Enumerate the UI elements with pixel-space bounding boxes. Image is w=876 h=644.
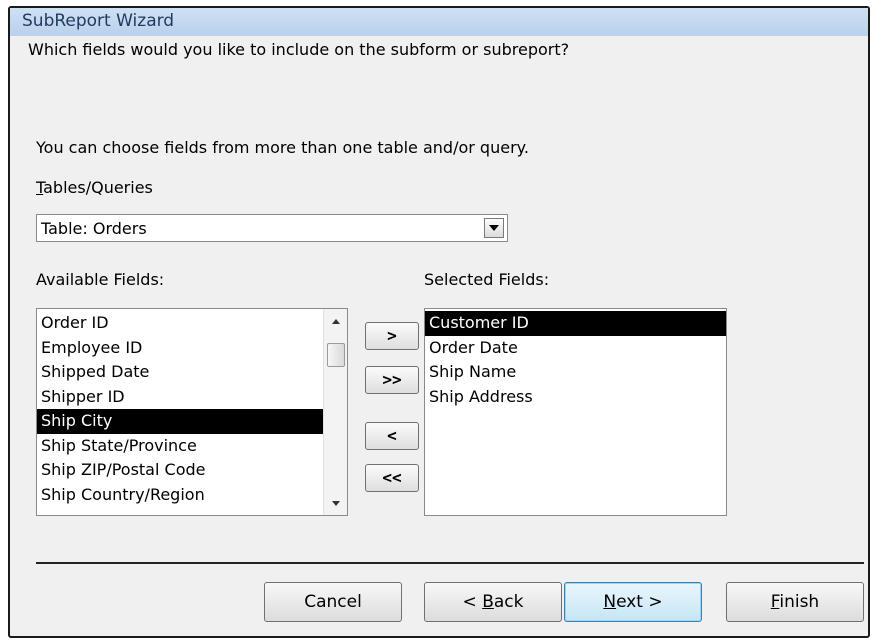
selected-fields-label: Selected Fields: <box>424 270 550 289</box>
tables-queries-value: Table: Orders <box>41 219 147 238</box>
available-fields-list[interactable]: Order ID Employee ID Shipped Date Shipper I… <box>36 308 348 516</box>
selected-item[interactable]: Customer ID <box>425 311 726 336</box>
wizard-dialog: SubReport Wizard Which fields would you … <box>8 6 870 638</box>
available-item[interactable]: Order ID <box>37 311 347 336</box>
available-item[interactable]: Ship City <box>37 409 347 434</box>
title-bar: SubReport Wizard <box>10 8 868 36</box>
scroll-up-button[interactable] <box>324 311 348 331</box>
remove-field-button[interactable]: < <box>365 422 419 450</box>
instruction-line-2: You can choose fields from more than one… <box>36 138 529 157</box>
available-item[interactable]: Shipper ID <box>37 385 347 410</box>
available-item[interactable]: Shipped Date <box>37 360 347 385</box>
available-fields-label: Available Fields: <box>36 270 165 289</box>
chevron-down-icon <box>489 225 499 231</box>
available-item[interactable]: Employee ID <box>37 336 347 361</box>
back-button[interactable]: < Back <box>424 582 562 622</box>
scroll-up-icon <box>332 318 340 324</box>
instruction-line-1: Which fields would you like to include o… <box>28 40 570 59</box>
tables-queries-dropdown-button[interactable] <box>484 218 504 238</box>
selected-item[interactable]: Ship Address <box>425 385 726 410</box>
remove-all-fields-button[interactable]: << <box>365 464 419 492</box>
selected-fields-list[interactable]: Customer ID Order Date Ship Name Ship Addre… <box>424 308 727 516</box>
selected-item[interactable]: Ship Name <box>425 360 726 385</box>
available-item[interactable]: Ship ZIP/Postal Code <box>37 458 347 483</box>
tables-queries-combobox[interactable]: Table: Orders <box>36 214 508 242</box>
add-field-button[interactable]: > <box>365 322 419 350</box>
tables-queries-label: Tables/Queries <box>36 178 153 197</box>
scroll-down-icon <box>332 500 340 506</box>
available-item[interactable]: Ship Country/Region <box>37 483 347 508</box>
available-fields-scrollbar[interactable] <box>323 309 347 515</box>
finish-button[interactable]: Finish <box>726 582 864 622</box>
next-button[interactable]: Next > <box>564 582 702 622</box>
available-item[interactable]: Ship State/Province <box>37 434 347 459</box>
dialog-title: SubReport Wizard <box>22 11 175 31</box>
scrollbar-thumb[interactable] <box>327 343 345 367</box>
selected-item[interactable]: Order Date <box>425 336 726 361</box>
scroll-down-button[interactable] <box>324 493 348 513</box>
footer-divider <box>36 562 864 564</box>
add-all-fields-button[interactable]: >> <box>365 366 419 394</box>
cancel-button[interactable]: Cancel <box>264 582 402 622</box>
